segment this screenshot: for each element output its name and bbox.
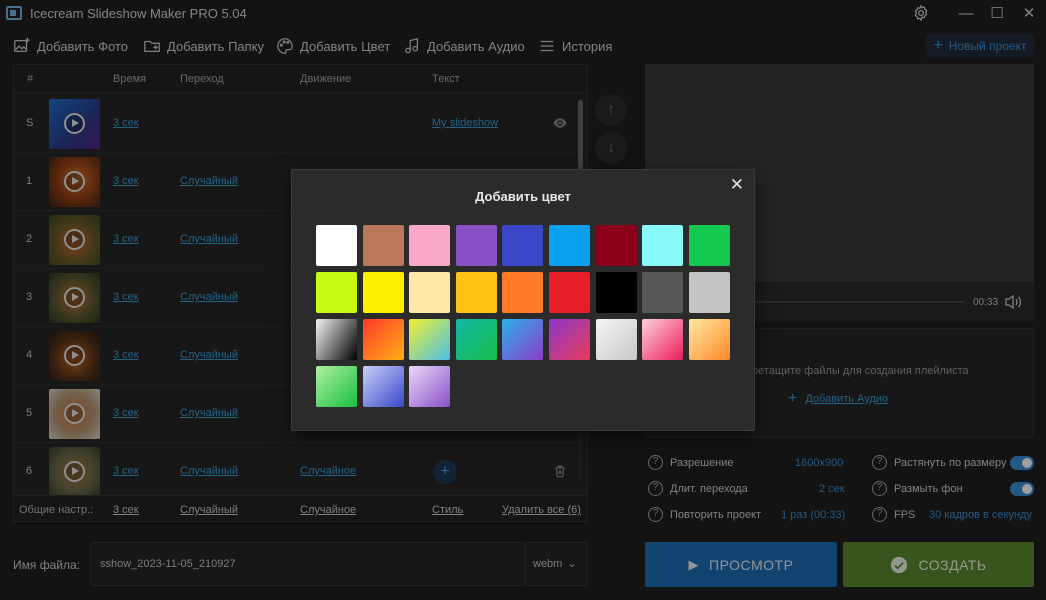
color-swatch[interactable] <box>642 319 684 360</box>
color-swatch[interactable] <box>688 225 730 266</box>
color-swatch[interactable] <box>548 319 590 360</box>
color-swatch[interactable] <box>362 319 404 360</box>
color-swatch[interactable] <box>409 319 451 360</box>
color-swatch[interactable] <box>595 272 637 313</box>
color-swatch[interactable] <box>642 272 684 313</box>
dialog-title: Добавить цвет <box>475 189 571 204</box>
color-swatch[interactable] <box>455 272 497 313</box>
color-swatch[interactable] <box>316 366 357 407</box>
color-swatch[interactable] <box>362 272 404 313</box>
color-swatch[interactable] <box>316 225 357 266</box>
color-swatch[interactable] <box>409 272 451 313</box>
color-swatch[interactable] <box>455 319 497 360</box>
color-swatch[interactable] <box>502 319 544 360</box>
color-swatch[interactable] <box>455 225 497 266</box>
color-swatch[interactable] <box>316 272 357 313</box>
close-icon[interactable]: ✕ <box>730 175 744 195</box>
color-swatch[interactable] <box>548 225 590 266</box>
color-swatch[interactable] <box>362 366 404 407</box>
color-swatch[interactable] <box>595 319 637 360</box>
color-swatch[interactable] <box>688 319 730 360</box>
color-swatch[interactable] <box>642 225 684 266</box>
color-swatch[interactable] <box>502 225 544 266</box>
color-swatch[interactable] <box>688 272 730 313</box>
color-swatch[interactable] <box>409 366 451 407</box>
color-swatch[interactable] <box>595 225 637 266</box>
color-swatch-grid <box>316 225 736 407</box>
color-swatch[interactable] <box>409 225 451 266</box>
color-swatch[interactable] <box>362 225 404 266</box>
color-swatch[interactable] <box>502 272 544 313</box>
add-color-dialog: Добавить цвет ✕ <box>291 169 755 431</box>
color-swatch[interactable] <box>548 272 590 313</box>
color-swatch[interactable] <box>316 319 357 360</box>
